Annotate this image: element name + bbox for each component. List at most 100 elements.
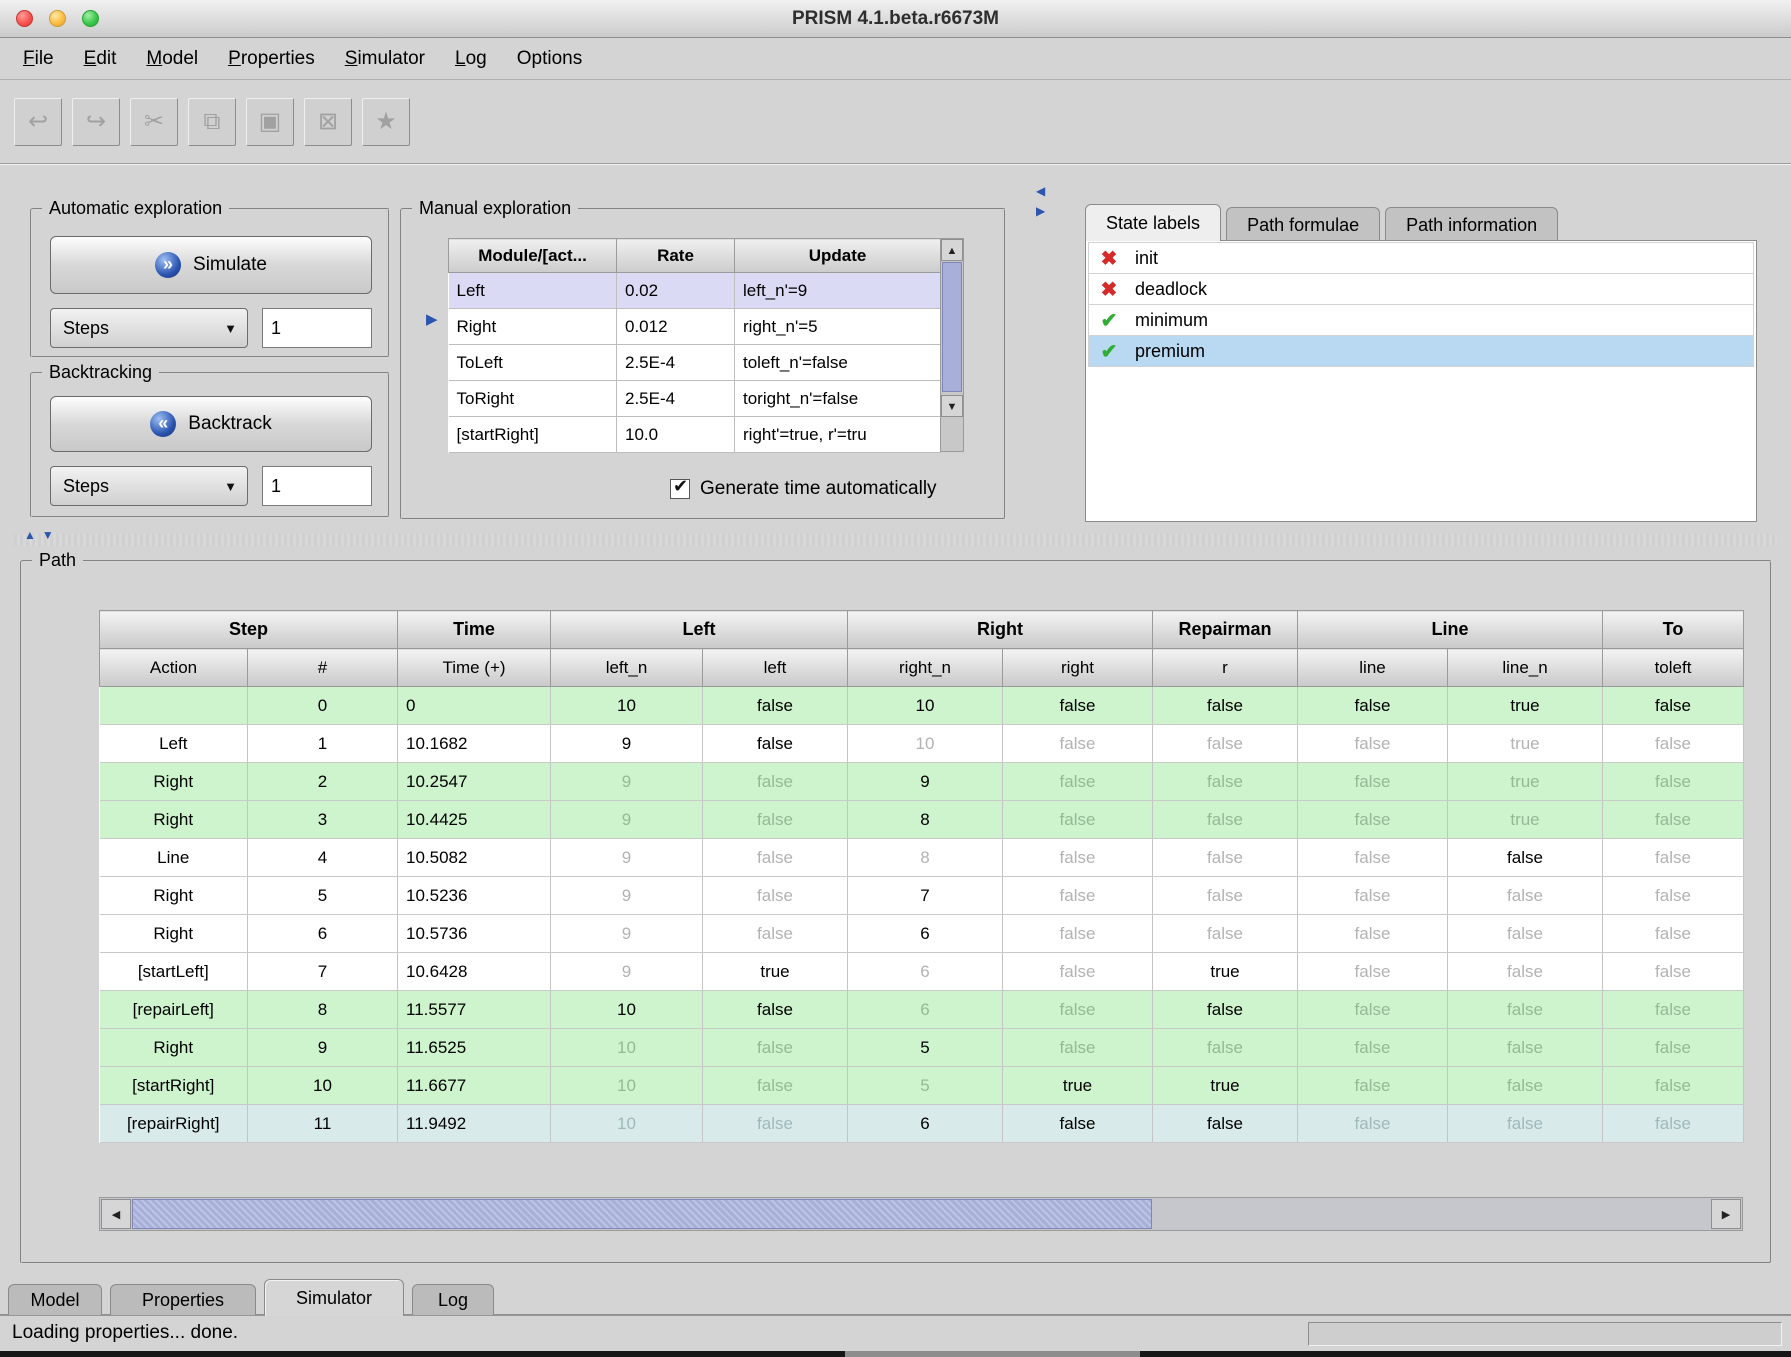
cut-button[interactable]: ✂: [130, 98, 178, 146]
path-row-9[interactable]: Right911.652510false5falsefalsefalsefals…: [100, 1029, 1744, 1067]
label-name: minimum: [1135, 310, 1208, 331]
menu-model[interactable]: Model: [131, 38, 213, 80]
desktop-edge: [1140, 1351, 1791, 1357]
path-row-3[interactable]: Right310.44259false8falsefalsefalsetruef…: [100, 801, 1744, 839]
collapse-left-icon[interactable]: ◀: [1036, 184, 1045, 198]
label-item-premium[interactable]: ✔premium: [1088, 335, 1754, 367]
path-title: Path: [32, 550, 83, 571]
menu-options[interactable]: Options: [502, 38, 597, 80]
scroll-down-arrow[interactable]: ▼: [941, 395, 963, 417]
manual-row-left[interactable]: Left0.02left_n'=9: [449, 273, 941, 309]
label-name: init: [1135, 248, 1158, 269]
path-col-num: #: [248, 649, 398, 687]
menu-edit[interactable]: Edit: [69, 38, 132, 80]
copy-icon: ⧉: [203, 108, 220, 136]
menu-properties[interactable]: Properties: [213, 38, 330, 80]
back-arrow-button[interactable]: ↩: [14, 98, 62, 146]
manual-row-right[interactable]: Right0.012right_n'=5: [449, 309, 941, 345]
path-row-10[interactable]: [startRight]1011.667710false5truetruefal…: [100, 1067, 1744, 1105]
path-row-0[interactable]: 0010false10falsefalsefalsetruefalse: [100, 687, 1744, 725]
scrollbar-thumb[interactable]: [942, 262, 962, 392]
menu-file[interactable]: File: [8, 38, 69, 80]
manual-col-update: Update: [735, 239, 941, 273]
tab-state-labels[interactable]: State labels: [1085, 204, 1221, 241]
backtracking-title: Backtracking: [42, 362, 159, 383]
manual-row-startright[interactable]: [startRight]10.0right'=true, r'=tru: [449, 417, 941, 453]
path-col-left: left: [703, 649, 848, 687]
manual-table-scrollbar[interactable]: ▲ ▼: [940, 238, 964, 452]
backtracking-panel: Backtracking « Backtrack Steps ▼: [30, 372, 390, 518]
path-row-5[interactable]: Right510.52369false7falsefalsefalsefalse…: [100, 877, 1744, 915]
scroll-left-arrow[interactable]: ◀: [101, 1199, 131, 1229]
star-button[interactable]: ★: [362, 98, 410, 146]
path-panel: Path StepTimeLeftRightRepairmanLineToAct…: [20, 560, 1772, 1264]
tab-log[interactable]: Log: [412, 1284, 494, 1315]
path-col-right-n: right_n: [848, 649, 1003, 687]
path-row-2[interactable]: Right210.25479false9falsefalsefalsetruef…: [100, 763, 1744, 801]
back-arrow-icon: ↩: [28, 107, 48, 136]
check-icon: ✔: [1097, 308, 1121, 333]
cut-icon: ✂: [144, 107, 164, 136]
forward-arrow-icon: ↪: [86, 107, 106, 136]
horizontal-split-controls: ▲ ▼: [24, 528, 54, 542]
path-scrollbar[interactable]: ◀ ▶: [99, 1197, 1743, 1231]
forward-arrow-button[interactable]: ↪: [72, 98, 120, 146]
scroll-up-arrow[interactable]: ▲: [941, 239, 963, 261]
delete-icon: ⊠: [318, 107, 338, 136]
generate-time-row: Generate time automatically: [670, 478, 937, 500]
simulate-button[interactable]: » Simulate: [50, 236, 372, 294]
simulate-steps-input[interactable]: [262, 308, 372, 348]
tab-simulator[interactable]: Simulator: [264, 1279, 404, 1316]
backtrack-steps-input[interactable]: [262, 466, 372, 506]
status-bar: Loading properties... done.: [0, 1315, 1791, 1351]
paste-button[interactable]: ▣: [246, 98, 294, 146]
toolbar: ↩ ↪ ✂ ⧉ ▣ ⊠ ★: [0, 80, 1791, 164]
status-message: Loading properties... done.: [12, 1322, 238, 1344]
tab-model[interactable]: Model: [8, 1284, 102, 1315]
title-bar[interactable]: PRISM 4.1.beta.r6673M: [0, 0, 1791, 38]
path-col-line: line: [1298, 649, 1448, 687]
tab-properties[interactable]: Properties: [110, 1284, 256, 1315]
generate-time-checkbox[interactable]: [670, 479, 690, 499]
horizontal-split-divider[interactable]: [14, 534, 1777, 546]
tab-path-formulae[interactable]: Path formulae: [1226, 207, 1380, 241]
collapse-down-icon[interactable]: ▼: [42, 528, 54, 542]
copy-button[interactable]: ⧉: [188, 98, 236, 146]
path-col-line-n: line_n: [1448, 649, 1603, 687]
manual-row-toright[interactable]: ToRight2.5E-4toright_n'=false: [449, 381, 941, 417]
desktop-edge: [0, 1351, 845, 1357]
scroll-right-arrow[interactable]: ▶: [1711, 1199, 1741, 1229]
simulate-steps-dropdown[interactable]: Steps ▼: [50, 308, 248, 348]
backtrack-button[interactable]: « Backtrack: [50, 396, 372, 452]
path-row-1[interactable]: Left110.16829false10falsefalsefalsetruef…: [100, 725, 1744, 763]
delete-button[interactable]: ⊠: [304, 98, 352, 146]
progress-area: [1308, 1322, 1782, 1346]
menu-log[interactable]: Log: [440, 38, 502, 80]
path-row-11[interactable]: [repairRight]1111.949210false6falsefalse…: [100, 1105, 1744, 1143]
path-group-repairman: Repairman: [1153, 611, 1298, 649]
label-item-deadlock[interactable]: ✖deadlock: [1088, 273, 1754, 305]
path-row-7[interactable]: [startLeft]710.64289true6falsetruefalsef…: [100, 953, 1744, 991]
label-item-init[interactable]: ✖init: [1088, 242, 1754, 274]
manual-col-module-act: Module/[act...: [449, 239, 617, 273]
collapse-up-icon[interactable]: ▲: [24, 528, 36, 542]
path-row-6[interactable]: Right610.57369false6falsefalsefalsefalse…: [100, 915, 1744, 953]
collapse-right-icon[interactable]: ▶: [1036, 204, 1045, 218]
scrollbar-thumb[interactable]: [132, 1199, 1152, 1229]
chevron-down-icon: ▼: [224, 479, 237, 494]
manual-row-toleft[interactable]: ToLeft2.5E-4toleft_n'=false: [449, 345, 941, 381]
simulate-label: Simulate: [193, 254, 267, 276]
manual-table: Module/[act...RateUpdateLeft0.02left_n'=…: [448, 238, 941, 453]
backtrack-steps-dropdown[interactable]: Steps ▼: [50, 466, 248, 506]
menu-simulator[interactable]: Simulator: [330, 38, 440, 80]
path-group-right: Right: [848, 611, 1153, 649]
manual-col-rate: Rate: [617, 239, 735, 273]
path-group-left: Left: [551, 611, 848, 649]
tab-path-information[interactable]: Path information: [1385, 207, 1558, 241]
menu-bar: FileEditModelPropertiesSimulatorLogOptio…: [0, 38, 1791, 80]
label-name: deadlock: [1135, 279, 1207, 300]
path-row-4[interactable]: Line410.50829false8falsefalsefalsefalsef…: [100, 839, 1744, 877]
state-labels-list: ✖init✖deadlock ✔ minimum ✔premium: [1085, 240, 1757, 522]
path-row-8[interactable]: [repairLeft]811.557710false6falsefalsefa…: [100, 991, 1744, 1029]
label-item-minimum[interactable]: ✔ minimum: [1088, 304, 1754, 336]
